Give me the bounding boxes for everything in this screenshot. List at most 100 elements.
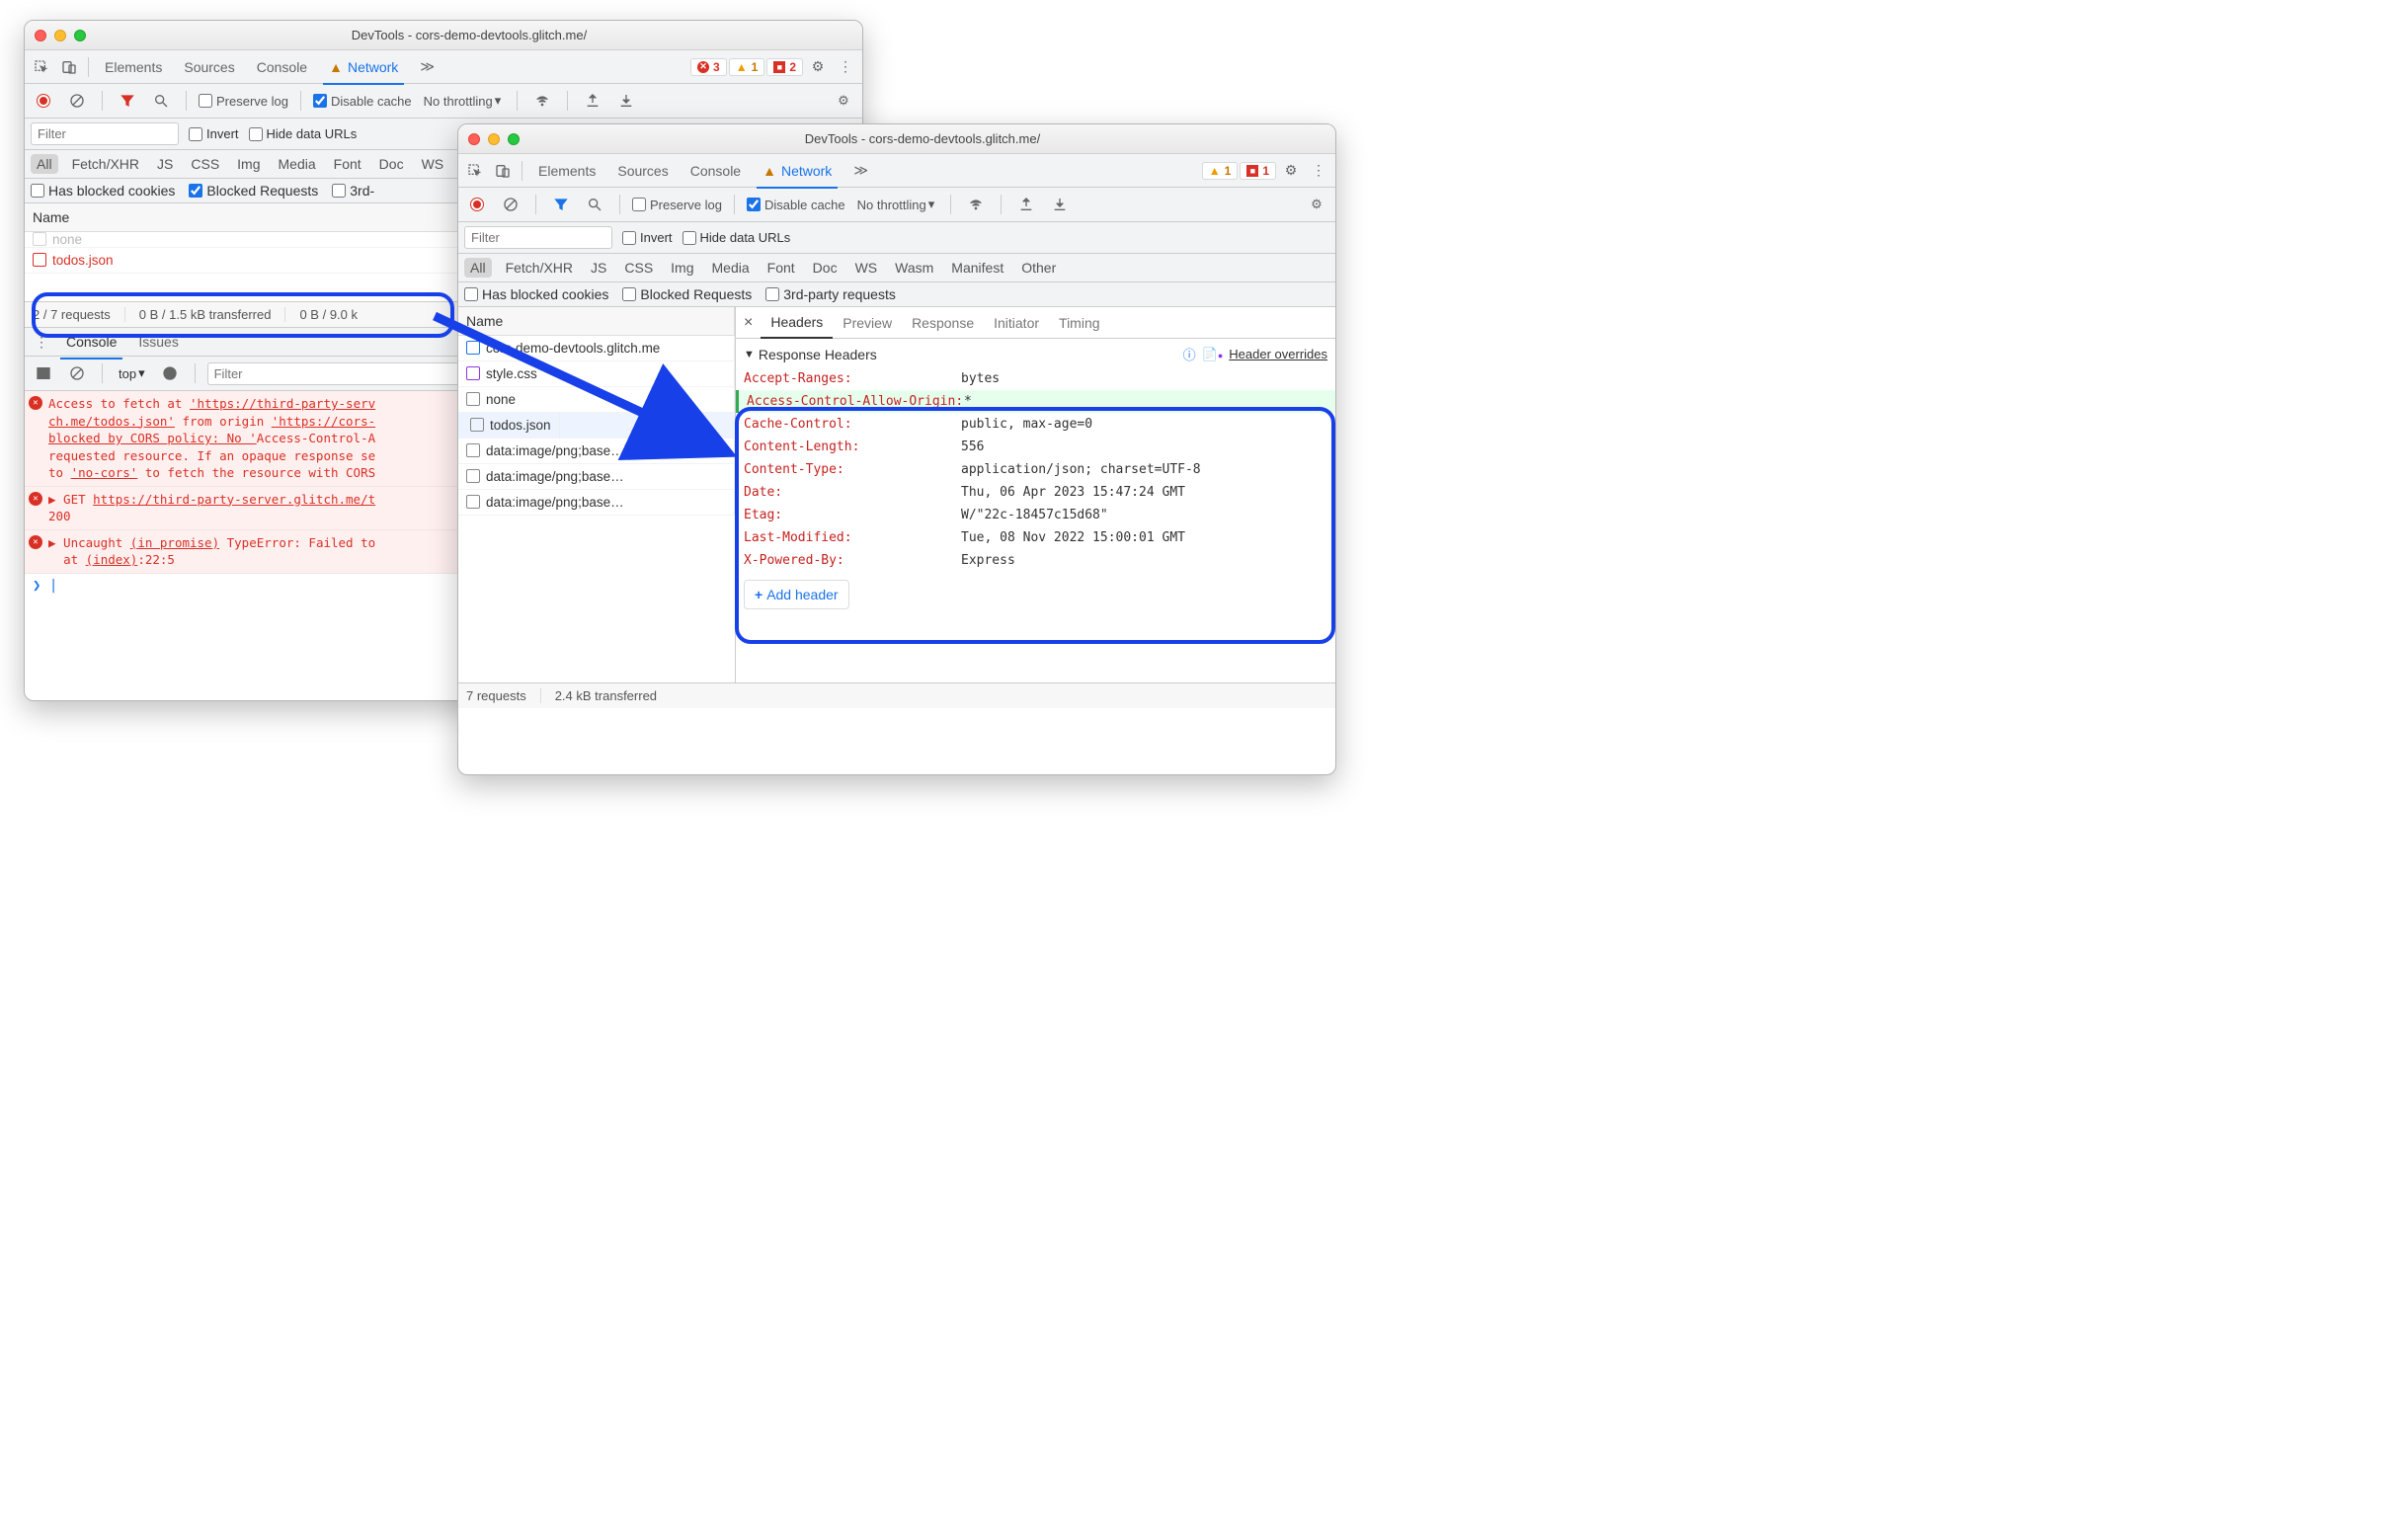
table-row[interactable]: data:image/png;base… <box>458 490 735 516</box>
settings-icon[interactable]: ⚙ <box>805 54 831 80</box>
help-icon[interactable]: ⓘ <box>1183 345 1196 363</box>
download-icon[interactable] <box>1047 192 1073 217</box>
network-settings-icon[interactable]: ⚙ <box>831 88 856 114</box>
type-filter-doc[interactable]: Doc <box>809 258 842 278</box>
tab-sources[interactable]: Sources <box>174 50 244 84</box>
filter-icon[interactable] <box>115 88 140 114</box>
throttling-select[interactable]: No throttling ▾ <box>853 197 939 212</box>
inspect-icon[interactable] <box>29 54 54 80</box>
table-row[interactable]: data:image/png;base… <box>458 439 735 464</box>
blocked-cookies-checkbox[interactable]: Has blocked cookies <box>464 286 608 302</box>
header-overrides-link[interactable]: Header overrides <box>1229 347 1327 361</box>
device-icon[interactable] <box>56 54 82 80</box>
more-icon[interactable]: ⋮ <box>833 54 858 80</box>
type-filter-img[interactable]: Img <box>233 154 264 174</box>
record-button[interactable] <box>464 192 490 217</box>
disable-cache-checkbox[interactable]: Disable cache <box>747 198 845 212</box>
tab-console[interactable]: Console <box>681 154 751 188</box>
type-filter-manifest[interactable]: Manifest <box>947 258 1007 278</box>
device-icon[interactable] <box>490 158 516 184</box>
type-filter-all[interactable]: All <box>464 258 492 278</box>
third-party-checkbox[interactable]: 3rd- <box>332 183 374 199</box>
issues-badge[interactable]: ■1 <box>1240 162 1276 180</box>
tab-network[interactable]: ▲Network <box>319 50 408 84</box>
tab-sources[interactable]: Sources <box>607 154 678 188</box>
detail-tab-preview[interactable]: Preview <box>833 307 902 339</box>
type-filter-css[interactable]: CSS <box>187 154 223 174</box>
hide-data-urls-checkbox[interactable]: Hide data URLs <box>682 230 791 245</box>
blocked-requests-checkbox[interactable]: Blocked Requests <box>189 183 318 199</box>
close-icon[interactable] <box>468 133 480 145</box>
type-filter-other[interactable]: Other <box>1017 258 1060 278</box>
type-filter-font[interactable]: Font <box>763 258 799 278</box>
blocked-requests-checkbox[interactable]: Blocked Requests <box>622 286 752 302</box>
maximize-icon[interactable] <box>74 30 86 41</box>
drawer-more-icon[interactable]: ⋮ <box>29 329 54 355</box>
blocked-cookies-checkbox[interactable]: Has blocked cookies <box>31 183 175 199</box>
response-headers-section[interactable]: ▼ Response Headers ⓘ 📄● Header overrides <box>736 339 1335 365</box>
col-name[interactable]: Name <box>458 307 735 336</box>
disable-cache-checkbox[interactable]: Disable cache <box>313 94 412 109</box>
table-row[interactable]: cors-demo-devtools.glitch.me <box>458 336 735 361</box>
search-icon[interactable] <box>148 88 174 114</box>
detail-tab-timing[interactable]: Timing <box>1049 307 1110 339</box>
record-button[interactable] <box>31 88 56 114</box>
errors-badge[interactable]: ✕3 <box>690 58 727 76</box>
filter-input[interactable] <box>31 122 179 145</box>
add-header-button[interactable]: +Add header <box>744 580 849 609</box>
type-filter-css[interactable]: CSS <box>620 258 657 278</box>
drawer-tab-console[interactable]: Console <box>56 325 126 359</box>
detail-tab-headers[interactable]: Headers <box>761 307 833 339</box>
drawer-tab-issues[interactable]: Issues <box>128 325 188 359</box>
preserve-log-checkbox[interactable]: Preserve log <box>632 198 722 212</box>
more-icon[interactable]: ⋮ <box>1306 158 1331 184</box>
close-icon[interactable] <box>35 30 46 41</box>
clear-button[interactable] <box>64 88 90 114</box>
tab-console[interactable]: Console <box>247 50 317 84</box>
tabs-overflow[interactable]: ≫ <box>843 154 878 188</box>
type-filter-ws[interactable]: WS <box>418 154 448 174</box>
minimize-icon[interactable] <box>54 30 66 41</box>
table-row[interactable]: data:image/png;base… <box>458 464 735 490</box>
throttling-select[interactable]: No throttling ▾ <box>420 93 506 109</box>
download-icon[interactable] <box>613 88 639 114</box>
live-expression-icon[interactable] <box>157 360 183 386</box>
tab-network[interactable]: ▲Network <box>753 154 842 188</box>
tabs-overflow[interactable]: ≫ <box>410 50 444 84</box>
hide-data-urls-checkbox[interactable]: Hide data URLs <box>249 126 358 141</box>
issues-badge[interactable]: ■2 <box>766 58 803 76</box>
tab-elements[interactable]: Elements <box>528 154 605 188</box>
third-party-checkbox[interactable]: 3rd-party requests <box>765 286 896 302</box>
close-detail-button[interactable]: × <box>736 314 761 332</box>
filter-input[interactable] <box>464 226 612 249</box>
invert-checkbox[interactable]: Invert <box>189 126 239 141</box>
type-filter-doc[interactable]: Doc <box>375 154 408 174</box>
type-filter-js[interactable]: JS <box>153 154 177 174</box>
table-row[interactable]: todos.json <box>458 413 735 439</box>
type-filter-font[interactable]: Font <box>330 154 365 174</box>
warnings-badge[interactable]: ▲1 <box>729 58 765 76</box>
type-filter-js[interactable]: JS <box>587 258 610 278</box>
clear-button[interactable] <box>498 192 523 217</box>
wifi-icon[interactable] <box>529 88 555 114</box>
type-filter-ws[interactable]: WS <box>851 258 882 278</box>
type-filter-fetch/xhr[interactable]: Fetch/XHR <box>68 154 143 174</box>
maximize-icon[interactable] <box>508 133 520 145</box>
context-select[interactable]: top ▾ <box>115 365 149 381</box>
sidebar-toggle-icon[interactable] <box>31 360 56 386</box>
type-filter-media[interactable]: Media <box>708 258 754 278</box>
type-filter-fetch/xhr[interactable]: Fetch/XHR <box>502 258 577 278</box>
search-icon[interactable] <box>582 192 607 217</box>
type-filter-media[interactable]: Media <box>275 154 320 174</box>
clear-console-icon[interactable] <box>64 360 90 386</box>
network-settings-icon[interactable]: ⚙ <box>1304 192 1329 217</box>
type-filter-img[interactable]: Img <box>667 258 697 278</box>
wifi-icon[interactable] <box>963 192 989 217</box>
minimize-icon[interactable] <box>488 133 500 145</box>
detail-tab-response[interactable]: Response <box>902 307 984 339</box>
preserve-log-checkbox[interactable]: Preserve log <box>199 94 288 109</box>
tab-elements[interactable]: Elements <box>95 50 172 84</box>
type-filter-all[interactable]: All <box>31 154 58 174</box>
type-filter-wasm[interactable]: Wasm <box>891 258 937 278</box>
settings-icon[interactable]: ⚙ <box>1278 158 1304 184</box>
